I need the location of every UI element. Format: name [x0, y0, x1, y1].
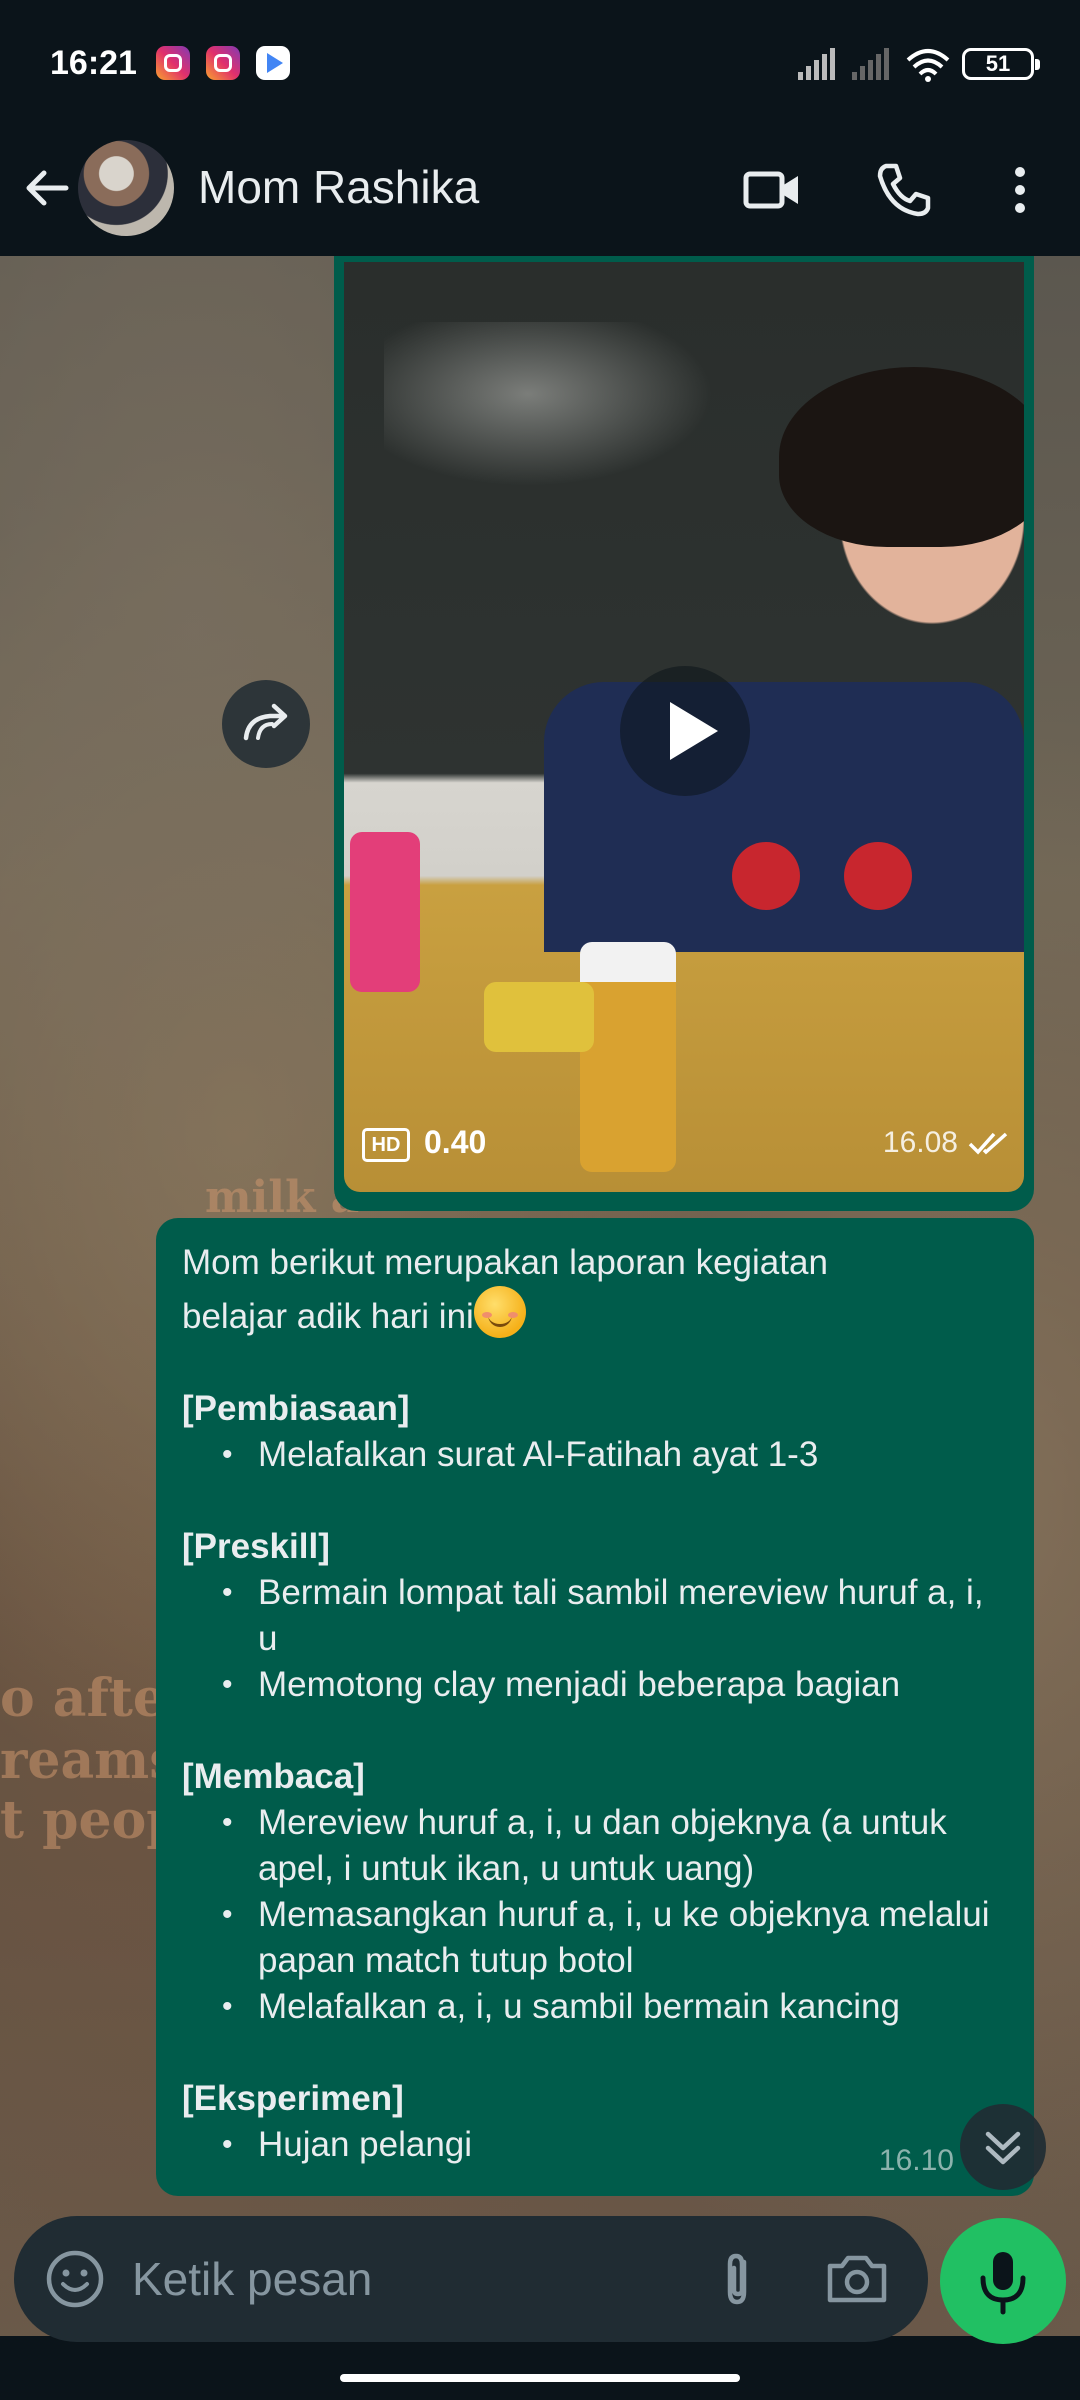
video-scene: [580, 942, 676, 1172]
message-composer: [14, 2216, 928, 2342]
video-scene: [544, 682, 1024, 952]
section-title: [Membaca]: [182, 1757, 365, 1796]
battery-indicator: 51: [962, 48, 1040, 80]
attach-icon[interactable]: [704, 2246, 770, 2312]
video-scene: [779, 367, 1024, 547]
chat-header: Mom Rashika: [0, 128, 1080, 256]
forward-icon: [243, 703, 288, 741]
message-time: 16.08: [882, 1126, 958, 1159]
status-bar: 16:21 51: [0, 0, 1080, 128]
list-item: Memotong clay menjadi beberapa bagian: [222, 1662, 1008, 1708]
mic-icon: [980, 2252, 1026, 2315]
text-message-bubble[interactable]: Mom berikut merupakan laporan kegiatan b…: [156, 1218, 1034, 2196]
signal-icon: [798, 48, 835, 80]
list-item: Mereview huruf a, i, u dan objeknya (a u…: [222, 1800, 1008, 1892]
signal-no-service-icon: [852, 48, 889, 80]
back-arrow-icon[interactable]: [18, 158, 78, 218]
video-scene: [732, 842, 800, 910]
status-time: 16:21: [50, 44, 137, 82]
home-indicator[interactable]: [340, 2374, 740, 2382]
hd-badge: HD: [362, 1128, 410, 1162]
double-chevron-down-icon: [985, 2131, 1021, 2165]
section-list: Melafalkan surat Al-Fatihah ayat 1-3: [182, 1432, 1008, 1478]
avatar[interactable]: [78, 140, 174, 236]
video-thumbnail[interactable]: HD 0.40 16.08: [344, 262, 1024, 1192]
scroll-to-bottom-button[interactable]: [960, 2104, 1046, 2190]
video-duration: 0.40: [424, 1124, 487, 1160]
list-item: Melafalkan surat Al-Fatihah ayat 1-3: [222, 1432, 1008, 1478]
emoji-icon[interactable]: [42, 2246, 108, 2312]
phone-icon[interactable]: [872, 158, 936, 222]
forward-button[interactable]: [222, 680, 310, 768]
double-check-icon: [968, 1132, 1008, 1155]
contact-name[interactable]: Mom Rashika: [198, 160, 479, 214]
play-button[interactable]: [620, 666, 750, 796]
section-list: Bermain lompat tali sambil mereview huru…: [182, 1570, 1008, 1708]
list-item: Bermain lompat tali sambil mereview huru…: [222, 1570, 1008, 1662]
section-title: [Preskill]: [182, 1527, 330, 1566]
message-text: belajar adik hari ini: [182, 1286, 1008, 1340]
message-text: belajar adik hari ini: [182, 1297, 474, 1336]
mic-button[interactable]: [940, 2218, 1066, 2344]
video-scene: [844, 842, 912, 910]
section-title: [Eksperimen]: [182, 2079, 404, 2118]
chat-area[interactable]: milk a o after reams t peopl HD 0.40 16.…: [0, 256, 1080, 2336]
video-scene: [484, 982, 594, 1052]
video-scene: [384, 322, 744, 502]
instagram-icon: [156, 46, 190, 80]
list-item: Melafalkan a, i, u sambil bermain kancin…: [222, 1984, 1008, 2030]
message-text: Mom berikut merupakan laporan kegiatan: [182, 1243, 828, 1282]
message-input[interactable]: [132, 2244, 692, 2314]
more-vertical-icon[interactable]: [988, 158, 1052, 222]
camera-icon[interactable]: [822, 2246, 892, 2312]
instagram-icon: [206, 46, 240, 80]
wifi-icon: [906, 49, 950, 82]
section-title: [Pembiasaan]: [182, 1389, 410, 1428]
section-list: Mereview huruf a, i, u dan objeknya (a u…: [182, 1800, 1008, 2030]
video-scene: [350, 832, 420, 992]
video-call-icon[interactable]: [740, 158, 804, 222]
message-time: 16.10: [878, 2144, 954, 2177]
wallpaper-text: reams: [0, 1730, 179, 1791]
video-message-bubble[interactable]: HD 0.40 16.08: [334, 256, 1034, 1211]
smiling-face-emoji: [473, 1286, 526, 1338]
google-play-icon: [256, 46, 290, 80]
list-item: Memasangkan huruf a, i, u ke objeknya me…: [222, 1892, 1008, 1984]
